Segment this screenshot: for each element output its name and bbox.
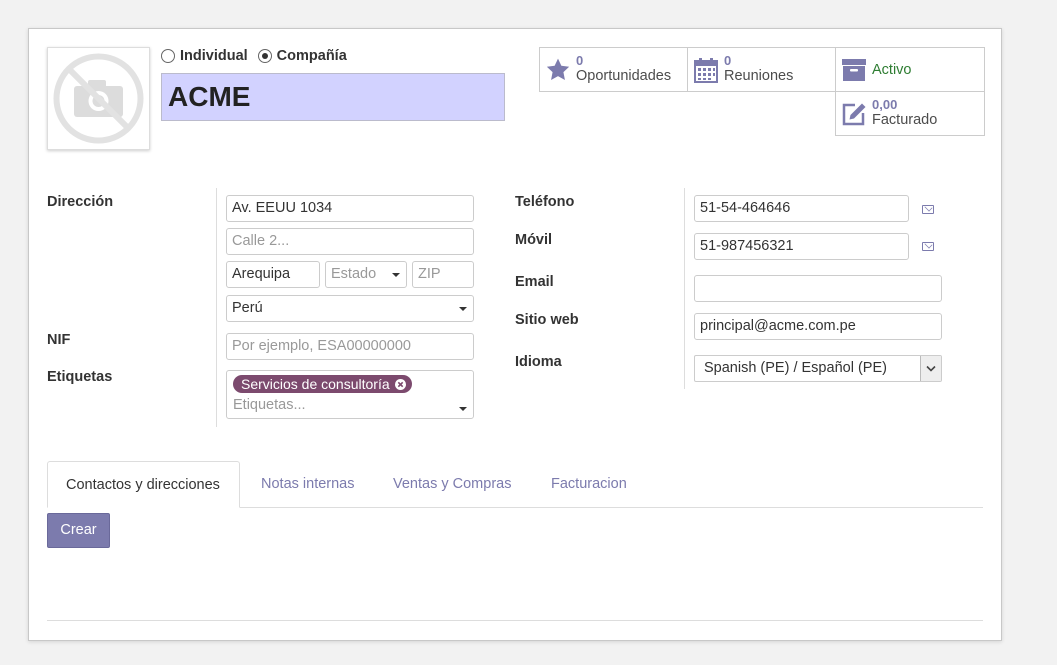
language-label: Idioma bbox=[515, 354, 562, 370]
chevron-down-icon bbox=[392, 273, 400, 277]
website-label: Sitio web bbox=[515, 312, 579, 328]
radio-company[interactable]: Compañía bbox=[257, 48, 347, 64]
meetings-count: 0 bbox=[724, 53, 732, 68]
radio-individual-indicator[interactable] bbox=[161, 49, 175, 63]
tags-field[interactable]: Servicios de consultoría Etiquetas... bbox=[226, 370, 474, 419]
street2-input[interactable]: Calle 2... bbox=[226, 228, 474, 255]
archive-icon bbox=[836, 58, 872, 82]
country-select[interactable]: Perú bbox=[226, 295, 474, 322]
address-label: Dirección bbox=[47, 194, 114, 210]
radio-individual-label: Individual bbox=[180, 48, 248, 64]
radio-company-label: Compañía bbox=[276, 48, 347, 64]
nif-label: NIF bbox=[47, 332, 71, 348]
active-label: Activo bbox=[872, 61, 912, 78]
email-input[interactable] bbox=[694, 275, 942, 302]
tag-chip-label: Servicios de consultoría bbox=[241, 376, 390, 392]
create-button[interactable]: Crear bbox=[47, 513, 110, 548]
language-select[interactable]: Spanish (PE) / Español (PE) bbox=[694, 355, 942, 382]
state-select[interactable]: Estado bbox=[325, 261, 407, 288]
radio-company-indicator[interactable] bbox=[257, 49, 272, 63]
invoiced-amount: 0,00 bbox=[872, 97, 898, 112]
sms-envelope-icon[interactable] bbox=[922, 205, 934, 214]
company-type-selector: Individual Compañía bbox=[161, 48, 347, 64]
opportunities-button[interactable]: 0 Oportunidades bbox=[539, 47, 688, 92]
phone-input[interactable]: 51-54-464646 bbox=[694, 195, 909, 222]
meetings-label: Reuniones bbox=[724, 68, 794, 84]
right-group-divider bbox=[684, 188, 685, 389]
mobile-input[interactable]: 51-987456321 bbox=[694, 233, 909, 260]
website-input[interactable]: principal@acme.com.pe bbox=[694, 313, 942, 340]
tab-content-divider bbox=[47, 620, 983, 621]
partner-name-input[interactable]: ACME bbox=[161, 73, 505, 121]
tab-contacts-addresses[interactable]: Contactos y direcciones bbox=[47, 461, 240, 508]
tags-label: Etiquetas bbox=[47, 369, 113, 385]
calendar-icon bbox=[688, 57, 724, 83]
edit-icon bbox=[836, 102, 872, 126]
tab-internal-notes[interactable]: Notas internas bbox=[243, 461, 373, 507]
tags-placeholder: Etiquetas... bbox=[233, 397, 306, 413]
chevron-down-icon bbox=[459, 307, 467, 311]
email-label: Email bbox=[515, 274, 554, 290]
chevron-down-icon bbox=[926, 365, 936, 372]
star-icon bbox=[540, 57, 576, 83]
partner-form-sheet: Individual Compañía ACME 0 Oportunidades bbox=[28, 28, 1002, 641]
camera-placeholder-icon bbox=[53, 53, 144, 144]
street-input[interactable]: Av. EEUU 1034 bbox=[226, 195, 474, 222]
active-toggle-button[interactable]: Activo bbox=[835, 47, 985, 92]
tab-invoicing[interactable]: Facturacion bbox=[533, 461, 645, 507]
opportunities-label: Oportunidades bbox=[576, 68, 672, 84]
left-group-divider bbox=[216, 188, 217, 427]
zip-input[interactable]: ZIP bbox=[412, 261, 474, 288]
language-select-toggle[interactable] bbox=[920, 356, 941, 381]
tag-chip: Servicios de consultoría bbox=[233, 375, 412, 393]
mobile-label: Móvil bbox=[515, 232, 553, 248]
tab-sales-purchases[interactable]: Ventas y Compras bbox=[375, 461, 529, 507]
city-input[interactable]: Arequipa bbox=[226, 261, 320, 288]
opportunities-count: 0 bbox=[576, 53, 584, 68]
radio-individual[interactable]: Individual bbox=[161, 48, 248, 64]
close-icon[interactable] bbox=[394, 378, 406, 390]
invoiced-button[interactable]: 0,00 Facturado bbox=[835, 91, 985, 136]
notebook-tabs: Contactos y direcciones Notas internas V… bbox=[47, 461, 983, 508]
phone-label: Teléfono bbox=[515, 194, 575, 210]
nif-input[interactable]: Por ejemplo, ESA00000000 bbox=[226, 333, 474, 360]
avatar[interactable] bbox=[47, 47, 150, 150]
chevron-down-icon bbox=[459, 407, 467, 411]
meetings-button[interactable]: 0 Reuniones bbox=[687, 47, 836, 92]
language-select-value: Spanish (PE) / Español (PE) bbox=[704, 360, 887, 376]
sms-envelope-icon[interactable] bbox=[922, 242, 934, 251]
state-select-placeholder: Estado bbox=[331, 266, 377, 282]
country-select-value: Perú bbox=[232, 300, 263, 316]
invoiced-label: Facturado bbox=[872, 112, 938, 128]
